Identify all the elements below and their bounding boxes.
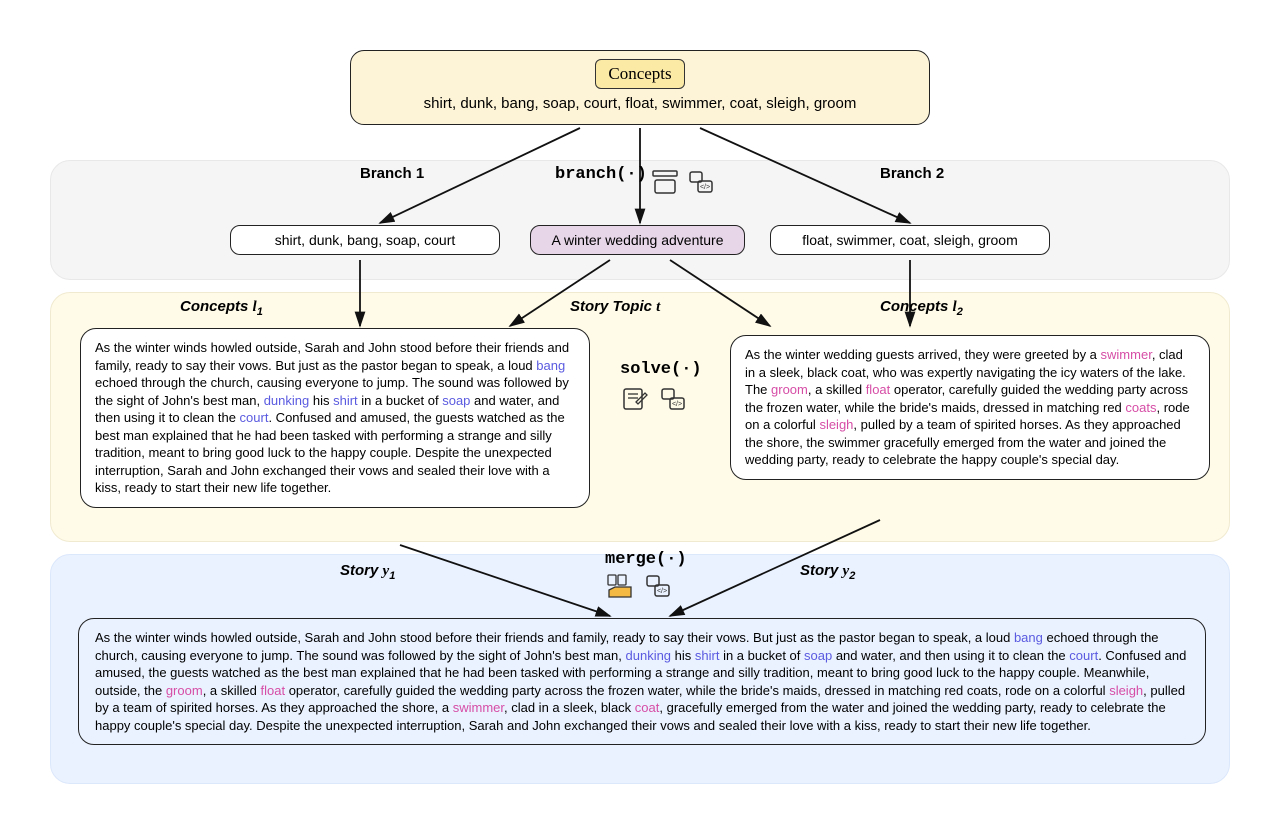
svg-text:</>: </>	[657, 588, 667, 595]
story-y2-label: Story y2	[800, 562, 855, 582]
branch2-label: Branch 2	[880, 165, 944, 182]
robot-code-icon: </>	[643, 572, 673, 600]
svg-text:</>: </>	[700, 184, 710, 191]
folder-docs-icon	[605, 572, 635, 600]
concepts-l1-label: Concepts l1	[180, 298, 263, 318]
branch1-concepts: shirt, dunk, bang, soap, court	[230, 225, 500, 255]
robot-code-icon: </>	[686, 168, 716, 196]
concepts-l2-label: Concepts l2	[880, 298, 963, 318]
human-icon	[650, 168, 680, 196]
concepts-list: shirt, dunk, bang, soap, court, float, s…	[365, 95, 915, 112]
branch1-label: Branch 1	[360, 165, 424, 182]
merge-function: merge(·)	[605, 550, 687, 569]
concepts-chip: Concepts	[595, 59, 684, 89]
concepts-box: Concepts shirt, dunk, bang, soap, court,…	[350, 50, 930, 125]
svg-text:</>: </>	[672, 401, 682, 408]
story2-box: As the winter wedding guests arrived, th…	[730, 335, 1210, 480]
robot-code-icon: </>	[658, 385, 688, 413]
story1-box: As the winter winds howled outside, Sara…	[80, 328, 590, 508]
branch-function: branch(·)	[555, 165, 647, 184]
story-topic-box: A winter wedding adventure	[530, 225, 745, 255]
writing-icon	[620, 385, 650, 413]
story-topic-label: Story Topic t	[570, 298, 660, 316]
story-y1-label: Story y1	[340, 562, 395, 582]
branch2-concepts: float, swimmer, coat, sleigh, groom	[770, 225, 1050, 255]
solve-function: solve(·)	[620, 360, 702, 379]
merged-story-box: As the winter winds howled outside, Sara…	[78, 618, 1206, 745]
